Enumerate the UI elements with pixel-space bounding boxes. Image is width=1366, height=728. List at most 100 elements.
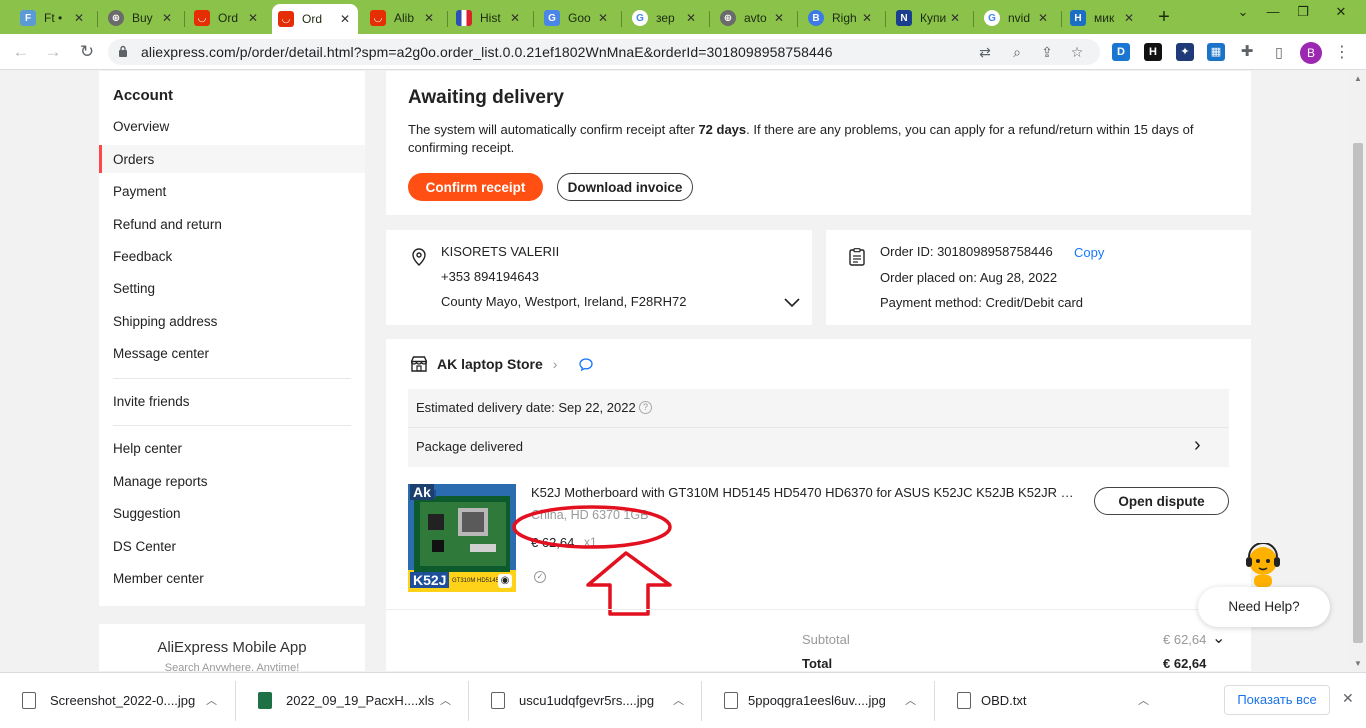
sidebar-item-setting[interactable]: Setting <box>113 281 155 296</box>
chevron-up-icon[interactable]: ︿ <box>440 692 451 708</box>
zoom-icon[interactable]: ⌕ <box>1008 43 1026 61</box>
page-scrollbar[interactable]: ▲ ▼ <box>1350 71 1366 671</box>
extension-h-icon[interactable]: H <box>1144 43 1162 61</box>
close-tab-icon[interactable]: ✕ <box>1036 11 1050 25</box>
product-title-link[interactable]: K52J Motherboard with GT310M HD5145 HD54… <box>531 485 1076 500</box>
close-tab-icon[interactable]: ✕ <box>508 11 522 25</box>
chevron-up-icon[interactable]: ︿ <box>673 692 684 708</box>
browser-tab[interactable]: G Goo ✕ <box>538 4 616 32</box>
chat-bubble-icon[interactable] <box>579 358 593 371</box>
browser-tab[interactable]: ⊕ Buy ✕ <box>102 4 180 32</box>
reload-icon[interactable]: ↻ <box>76 41 98 63</box>
browser-tab-active[interactable]: ◡ Ord ✕ <box>272 4 358 34</box>
sidebar-item-shipping-address[interactable]: Shipping address <box>113 314 217 329</box>
browser-tab[interactable]: G nvid ✕ <box>978 4 1056 32</box>
mobile-app-promo[interactable]: AliExpress Mobile App Search Anywhere, A… <box>99 624 365 671</box>
download-item[interactable]: Screenshot_2022-0....jpg ︿ <box>0 673 236 728</box>
browser-tab[interactable]: N Купи ✕ <box>890 4 968 32</box>
browser-tab[interactable]: B Righ ✕ <box>802 4 880 32</box>
close-tab-icon[interactable]: ✕ <box>338 12 352 26</box>
chevron-right-icon[interactable]: › <box>1194 434 1201 457</box>
show-all-downloads-button[interactable]: Показать все <box>1224 685 1330 715</box>
download-item[interactable]: 5ppoqgra1eesl6uv....jpg ︿ <box>702 673 935 728</box>
close-tab-icon[interactable]: ✕ <box>948 11 962 25</box>
status-title: Awaiting delivery <box>408 87 564 108</box>
browser-tab[interactable]: ◡ Ord ✕ <box>188 4 266 32</box>
bookmark-star-icon[interactable]: ☆ <box>1068 43 1086 61</box>
scrollbar-thumb[interactable] <box>1353 143 1363 643</box>
close-tab-icon[interactable]: ✕ <box>772 11 786 25</box>
store-name-link[interactable]: AK laptop Store › <box>437 356 557 372</box>
sidebar-item-refund[interactable]: Refund and return <box>113 217 222 232</box>
copy-order-id-link[interactable]: Copy <box>1074 245 1104 260</box>
translate-icon[interactable]: ⇄ <box>976 43 994 61</box>
puzzle-extensions-icon[interactable]: ✚ <box>1238 43 1256 61</box>
open-dispute-button[interactable]: Open dispute <box>1094 487 1229 515</box>
sidebar-item-invite-friends[interactable]: Invite friends <box>113 394 190 409</box>
scroll-up-icon[interactable]: ▲ <box>1353 74 1363 83</box>
download-invoice-button[interactable]: Download invoice <box>557 173 693 201</box>
minimize-icon[interactable]: — <box>1258 4 1288 19</box>
close-downloads-icon[interactable]: ✕ <box>1342 690 1354 707</box>
sidebar-item-suggestion[interactable]: Suggestion <box>113 506 181 521</box>
forward-arrow-icon[interactable]: → <box>42 41 64 63</box>
download-item[interactable]: 2022_09_19_PacxH....xls ︿ <box>236 673 469 728</box>
help-mascot-icon[interactable] <box>1242 543 1284 591</box>
menu-kebab-icon[interactable]: ⋮ <box>1334 42 1350 62</box>
recipient-location: County Mayo, Westport, Ireland, F28RH72 <box>441 294 687 309</box>
restore-icon[interactable]: ❐ <box>1288 4 1318 20</box>
close-window-icon[interactable]: ✕ <box>1326 4 1356 20</box>
extension-shield-icon[interactable]: ✦ <box>1176 43 1194 61</box>
extension-grid-icon[interactable]: ▦ <box>1207 43 1225 61</box>
chevron-up-icon[interactable]: ︿ <box>206 692 217 708</box>
browser-tab[interactable]: ⊕ avto ✕ <box>714 4 792 32</box>
browser-tab[interactable]: G зер ✕ <box>626 4 704 32</box>
chevron-down-icon[interactable] <box>784 298 800 308</box>
download-item[interactable]: uscu1udqfgevr5rs....jpg ︿ <box>469 673 702 728</box>
chevron-up-icon[interactable]: ︿ <box>905 692 916 708</box>
browser-tab[interactable]: H мик ✕ <box>1064 4 1142 32</box>
close-tab-icon[interactable]: ✕ <box>684 11 698 25</box>
close-tab-icon[interactable]: ✕ <box>596 11 610 25</box>
address-bar[interactable]: aliexpress.com/p/order/detail.html?spm=a… <box>108 39 1100 65</box>
sidebar-item-overview[interactable]: Overview <box>113 119 169 134</box>
close-tab-icon[interactable]: ✕ <box>860 11 874 25</box>
product-image[interactable]: Ak K52J GT310M HD5145C ◉ <box>408 484 516 592</box>
browser-tab[interactable]: F Ft • ✕ <box>14 4 92 32</box>
back-arrow-icon[interactable]: ← <box>10 41 32 63</box>
chevron-up-icon[interactable]: ︿ <box>1138 692 1149 708</box>
sidebar-item-ds-center[interactable]: DS Center <box>113 539 176 554</box>
need-help-button[interactable]: Need Help? <box>1198 587 1330 627</box>
close-tab-icon[interactable]: ✕ <box>422 11 436 25</box>
browser-tab[interactable]: Hist ✕ <box>450 4 528 32</box>
mobile-app-subtitle: Search Anywhere, Anytime! <box>164 662 300 671</box>
package-status[interactable]: Package delivered <box>416 439 523 454</box>
info-icon[interactable]: ? <box>639 401 652 414</box>
chevron-down-icon[interactable]: ⌄ <box>1212 628 1225 648</box>
sidebar-item-feedback[interactable]: Feedback <box>113 249 172 264</box>
sidebar-item-member-center[interactable]: Member center <box>113 571 204 586</box>
sidebar-item-message-center[interactable]: Message center <box>113 346 209 361</box>
browser-tab[interactable]: ◡ Alib ✕ <box>364 4 442 32</box>
scroll-down-icon[interactable]: ▼ <box>1353 659 1363 668</box>
extension-d-icon[interactable]: D <box>1112 43 1130 61</box>
sidebar-divider <box>113 378 351 379</box>
sidebar-item-orders[interactable]: Orders <box>113 152 154 167</box>
sidebar-item-help-center[interactable]: Help center <box>113 441 182 456</box>
share-icon[interactable]: ⇪ <box>1038 43 1056 61</box>
tab-search-chevron-icon[interactable]: ⌄ <box>1228 4 1258 20</box>
sidebar-item-payment[interactable]: Payment <box>113 184 166 199</box>
product-image-caption: GT310M HD5145C <box>452 578 504 584</box>
close-tab-icon[interactable]: ✕ <box>246 11 260 25</box>
sidebar-item-manage-reports[interactable]: Manage reports <box>113 474 208 489</box>
close-tab-icon[interactable]: ✕ <box>72 11 86 25</box>
confirm-receipt-button[interactable]: Confirm receipt <box>408 173 543 201</box>
side-panel-icon[interactable]: ▯ <box>1270 43 1288 61</box>
close-tab-icon[interactable]: ✕ <box>160 11 174 25</box>
profile-avatar[interactable]: B <box>1300 42 1322 64</box>
new-tab-plus-icon[interactable]: + <box>1153 6 1175 28</box>
close-tab-icon[interactable]: ✕ <box>1122 11 1136 25</box>
download-item[interactable]: OBD.txt ︿ <box>935 673 1168 728</box>
product-image-model: K52J <box>410 572 450 588</box>
url-text[interactable]: aliexpress.com/p/order/detail.html?spm=a… <box>141 44 833 60</box>
